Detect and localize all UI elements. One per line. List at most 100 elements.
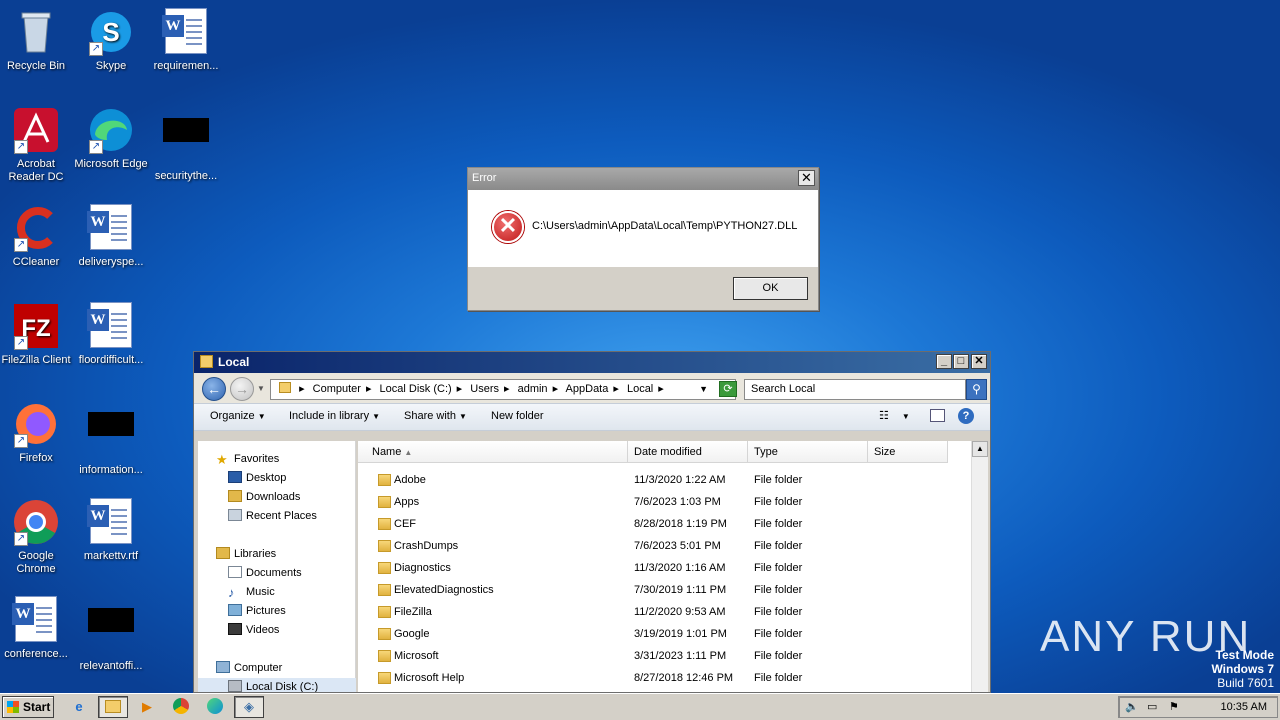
desktop-icon-relevantoffi[interactable]: relevantoffi... (73, 596, 149, 673)
nav-pictures[interactable]: Pictures (228, 602, 286, 620)
taskbar-ie-icon[interactable]: e (64, 696, 94, 718)
search-icon[interactable]: ⚲ (966, 379, 987, 400)
nav-downloads[interactable]: Downloads (228, 488, 300, 506)
file-date: 7/6/2023 1:03 PM (634, 496, 721, 508)
desktop-icon-filezilla[interactable]: FZ ↗ FileZilla Client (0, 302, 74, 367)
address-bar[interactable]: ▸ Computer ▸ Local Disk (C:) ▸ Users ▸ admi… (270, 379, 736, 400)
taskbar-media-player-icon[interactable]: ▶ (132, 696, 162, 718)
nav-documents[interactable]: Documents (228, 564, 302, 582)
desktop-icon-markettv[interactable]: W markettv.rtf (73, 498, 149, 563)
new-folder-button[interactable]: New folder (491, 410, 544, 422)
column-header-date[interactable]: Date modified (628, 441, 748, 463)
table-row[interactable]: Adobe 11/3/2020 1:22 AM File folder (358, 469, 968, 491)
nav-label: Music (246, 586, 275, 598)
error-message: C:\Users\admin\AppData\Local\Temp\PYTHON… (532, 220, 798, 232)
file-type: File folder (754, 562, 803, 574)
forward-button[interactable]: → (230, 377, 254, 401)
column-header-name[interactable]: Name ▲ (358, 441, 628, 463)
folder-icon (378, 540, 391, 552)
network-icon[interactable]: ▭ (1147, 697, 1157, 717)
breadcrumb-local-disk[interactable]: Local Disk (C:) (380, 383, 452, 395)
start-button[interactable]: Start (2, 696, 54, 718)
column-header-size[interactable]: Size (868, 441, 948, 463)
desktop-icon-floordifficult[interactable]: W floordifficult... (73, 302, 149, 367)
vertical-scrollbar[interactable]: ▲ (971, 441, 988, 692)
desktop-icon-label: securitythe... (154, 170, 218, 182)
desktop-icon-deliveryspe[interactable]: W deliveryspe... (73, 204, 149, 269)
close-button[interactable]: ✕ (971, 354, 987, 369)
breadcrumb-admin[interactable]: admin (518, 383, 548, 395)
table-row[interactable]: Microsoft Help 8/27/2018 12:46 PM File fol… (358, 667, 968, 689)
preview-pane-icon[interactable] (930, 409, 945, 422)
nav-favorites[interactable]: ★ Favorites (216, 450, 279, 468)
column-header-type[interactable]: Type (748, 441, 868, 463)
explorer-titlebar[interactable]: Local _ □ ✕ (194, 352, 990, 373)
help-icon[interactable]: ? (958, 408, 974, 424)
nav-computer[interactable]: Computer (216, 659, 282, 677)
desktop-icon-conference[interactable]: W conference... (0, 596, 74, 661)
address-dropdown-icon[interactable]: ▼ (699, 380, 708, 399)
chrome-icon: ↗ (12, 498, 60, 546)
desktop-icon-information[interactable]: information... (73, 400, 149, 477)
nav-local-disk[interactable]: Local Disk (C:) (198, 678, 356, 692)
table-row[interactable]: ElevatedDiagnostics 7/30/2019 1:11 PM File… (358, 579, 968, 601)
nav-recent-places[interactable]: Recent Places (228, 507, 317, 525)
desktop-icon-label: CCleaner (12, 256, 60, 268)
clock[interactable]: 10:35 AM (1221, 697, 1267, 717)
desktop-icon-label: information... (79, 464, 143, 476)
desktop-icon-recycle-bin[interactable]: Recycle Bin (0, 8, 74, 73)
desktop-icon-acrobat[interactable]: ↗ Acrobat Reader DC (0, 106, 74, 184)
error-dialog-titlebar[interactable]: Error ✕ (468, 168, 818, 190)
scroll-up-arrow-icon[interactable]: ▲ (972, 441, 988, 457)
desktop-icon-ccleaner[interactable]: ↗ CCleaner (0, 204, 74, 269)
ok-button[interactable]: OK (733, 277, 808, 300)
breadcrumb-users[interactable]: Users (470, 383, 499, 395)
search-input[interactable]: Search Local (744, 379, 966, 400)
back-button[interactable]: ← (202, 377, 226, 401)
nav-libraries[interactable]: Libraries (216, 545, 276, 563)
taskbar-chrome-icon[interactable] (166, 696, 196, 718)
desktop-icon-edge[interactable]: ↗ Microsoft Edge (73, 106, 149, 171)
breadcrumb-computer[interactable]: Computer (313, 383, 361, 395)
nav-music[interactable]: ♪ Music (228, 583, 275, 601)
file-name: Microsoft (394, 650, 439, 662)
nav-desktop[interactable]: Desktop (228, 469, 286, 487)
table-row[interactable]: CrashDumps 7/6/2023 5:01 PM File folder (358, 535, 968, 557)
maximize-button[interactable]: □ (953, 354, 969, 369)
taskbar-error-dialog-icon[interactable]: ◈ (234, 696, 264, 718)
desktop-icon-requirements[interactable]: W requiremen... (148, 8, 224, 73)
desktop-icon-skype[interactable]: S ↗ Skype (73, 8, 149, 73)
desktop-icon-firefox[interactable]: ↗ Firefox (0, 400, 74, 465)
taskbar-edge-icon[interactable] (200, 696, 230, 718)
table-row[interactable]: CEF 8/28/2018 1:19 PM File folder (358, 513, 968, 535)
desktop-icon-chrome[interactable]: ↗ Google Chrome (0, 498, 74, 576)
file-type: File folder (754, 474, 803, 486)
table-row[interactable]: Google 3/19/2019 1:01 PM File folder (358, 623, 968, 645)
breadcrumb-appdata[interactable]: AppData (566, 383, 609, 395)
black-file-icon (87, 412, 135, 460)
action-center-flag-icon[interactable]: ⚑ (1169, 697, 1179, 717)
view-options-icon[interactable]: ☷ ▼ (879, 409, 910, 422)
nav-videos[interactable]: Videos (228, 621, 279, 639)
refresh-button[interactable]: ⟳ (719, 381, 737, 397)
recent-pages-dropdown-icon[interactable]: ▼ (257, 384, 265, 393)
nav-label: Computer (234, 662, 283, 674)
breadcrumb-local[interactable]: Local (627, 383, 653, 395)
table-row[interactable]: Apps 7/6/2023 1:03 PM File folder (358, 491, 968, 513)
include-in-library-button[interactable]: Include in library ▼ (289, 410, 380, 422)
windows-logo-icon (7, 701, 19, 713)
taskbar-explorer-icon[interactable] (98, 696, 128, 718)
error-dialog-close-button[interactable]: ✕ (798, 170, 815, 186)
table-row[interactable]: Microsoft 3/31/2023 1:11 PM File folder (358, 645, 968, 667)
file-date: 7/30/2019 1:11 PM (634, 584, 727, 596)
file-type: File folder (754, 628, 803, 640)
organize-button[interactable]: Organize ▼ (210, 410, 266, 422)
table-row[interactable]: Diagnostics 11/3/2020 1:16 AM File folder (358, 557, 968, 579)
volume-icon[interactable]: 🔈 (1125, 697, 1139, 717)
share-with-button[interactable]: Share with ▼ (404, 410, 467, 422)
table-row[interactable]: FileZilla 11/2/2020 9:53 AM File folder (358, 601, 968, 623)
file-date: 11/3/2020 1:22 AM (634, 474, 726, 486)
file-date: 8/27/2018 12:46 PM (634, 672, 734, 684)
minimize-button[interactable]: _ (936, 354, 952, 369)
desktop-icon-securitythe[interactable]: securitythe... (148, 106, 224, 183)
